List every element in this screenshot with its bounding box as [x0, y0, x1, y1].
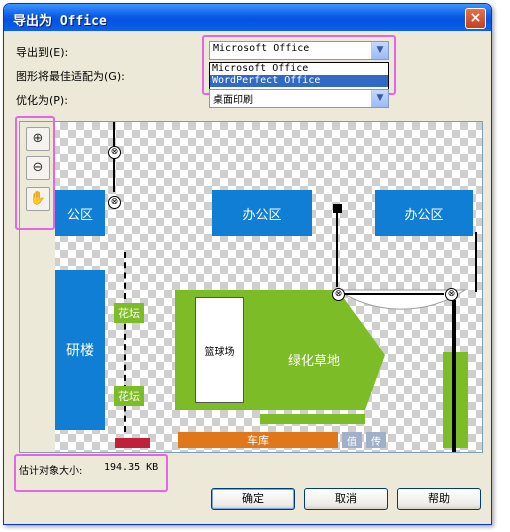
valve-icon: ⊗ [108, 146, 121, 159]
title-bar[interactable]: 导出为 Office × [4, 4, 491, 31]
lawn-shape [175, 289, 467, 410]
optimize-value: 桌面印刷 [213, 95, 253, 106]
export-office-dialog: 导出为 Office × 导出到(E): 图形将最佳适配为(G): 优化为(P)… [3, 3, 492, 525]
basketball-court: 篮球场 [195, 297, 244, 403]
guard-room-2: 传 [366, 432, 386, 448]
garage-block: 车库 [178, 432, 338, 448]
export-to-label: 导出到(E): [16, 46, 69, 59]
help-button[interactable]: 帮助 [397, 488, 481, 510]
red-block [115, 438, 150, 448]
chevron-down-icon[interactable]: ▼ [371, 90, 388, 107]
guard-room-1: 值 [342, 432, 362, 448]
basketball-court-label: 篮球场 [204, 346, 235, 358]
valve-icon: ⊗ [108, 196, 121, 209]
highlight-tools [15, 116, 55, 230]
pipe-line-far-right [475, 232, 477, 292]
garage-label: 车库 [247, 434, 269, 447]
fit-label: 图形将最佳适配为(G): [16, 70, 125, 83]
highlight-export-combo [202, 35, 396, 95]
preview-canvas[interactable]: ⊕ ⊖ ✋ 公区 办公区 办公区 研楼 花坛 花坛 篮球场 绿化草地 车库 值 … [19, 121, 483, 453]
pipe-line-right [452, 300, 456, 452]
pipe-line-horizontal [344, 293, 444, 295]
guard-room-2-label: 传 [371, 436, 381, 448]
optimize-select[interactable]: 桌面印刷 ▼ [209, 89, 389, 108]
lawn-label: 绿化草地 [288, 354, 341, 369]
ok-button[interactable]: 确定 [211, 488, 295, 510]
cancel-button[interactable]: 取消 [304, 488, 388, 510]
optimize-label: 优化为(P): [16, 94, 68, 107]
guard-room-1-label: 值 [347, 436, 357, 448]
lawn-strip [260, 414, 365, 424]
close-button[interactable]: × [465, 8, 486, 29]
pipe-line-center [336, 213, 338, 287]
square-marker [333, 204, 342, 213]
dialog-title: 导出为 Office [13, 14, 107, 29]
highlight-size [14, 454, 168, 492]
